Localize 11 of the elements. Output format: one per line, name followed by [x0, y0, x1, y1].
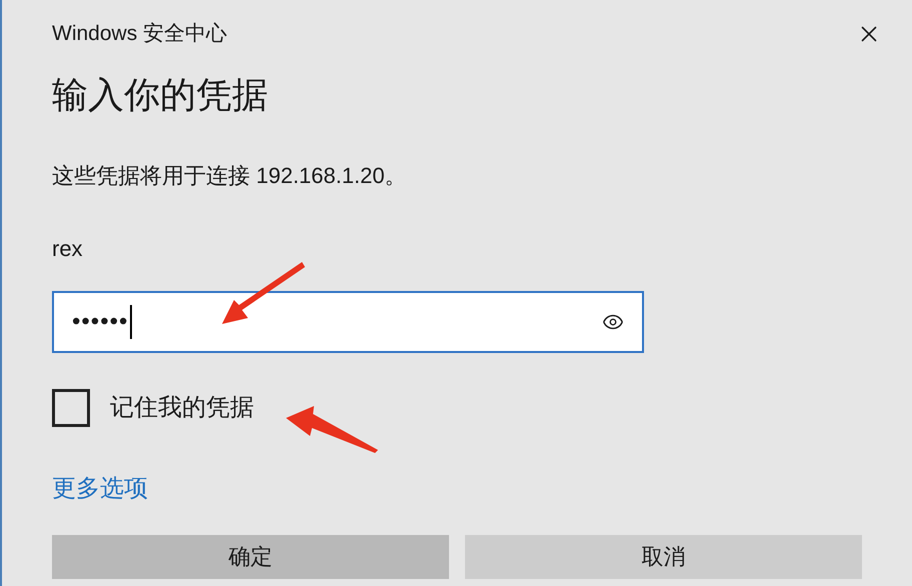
cancel-button[interactable]: 取消: [465, 534, 862, 578]
more-options-link[interactable]: 更多选项: [52, 470, 148, 506]
remember-label: 记住我的凭据: [110, 392, 254, 422]
window-title: Windows 安全中心: [52, 21, 228, 47]
description-text: 这些凭据将用于连接 192.168.1.20。: [52, 162, 408, 190]
password-field[interactable]: ••••••: [52, 290, 644, 352]
remember-checkbox[interactable]: [52, 388, 90, 426]
text-cursor: [130, 304, 132, 338]
username-text: rex: [52, 234, 83, 262]
dialog-heading: 输入你的凭据: [52, 72, 269, 116]
ok-button[interactable]: 确定: [52, 534, 449, 578]
